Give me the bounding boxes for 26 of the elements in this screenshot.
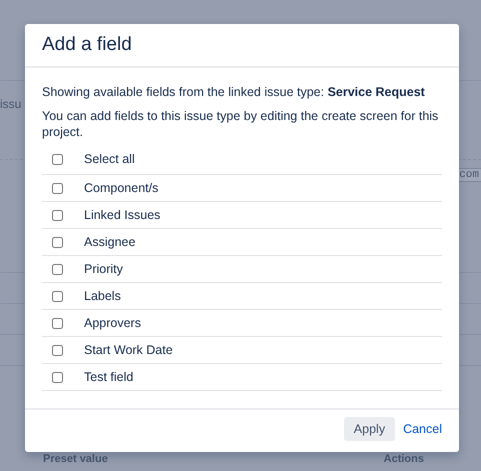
dialog-title: Add a field <box>42 34 132 56</box>
field-label: Test field <box>84 370 134 384</box>
field-label: Linked Issues <box>84 208 160 222</box>
select-all-label: Select all <box>84 152 135 166</box>
page-text-fragment: issu <box>0 97 22 111</box>
field-label: Labels <box>84 289 121 303</box>
field-label: Approvers <box>84 316 141 330</box>
field-checkbox[interactable] <box>52 372 63 382</box>
column-header: Preset value <box>43 453 108 465</box>
field-label: Component/s <box>84 181 158 195</box>
intro-text: Showing available fields from the linked issue type: Service Request <box>42 84 426 100</box>
field-checkbox[interactable] <box>52 264 63 274</box>
column-header: Actions <box>384 453 424 465</box>
field-checkbox[interactable] <box>52 182 63 194</box>
field-checkbox[interactable] <box>52 344 63 356</box>
hint-text: You can add fields to this issue type by editing the create screen for this project. <box>42 108 440 140</box>
field-checkbox[interactable] <box>52 210 63 220</box>
apply-button[interactable]: Apply <box>344 417 396 441</box>
select-all-checkbox[interactable] <box>52 154 63 164</box>
field-label: Start Work Date <box>84 343 173 357</box>
field-label: Priority <box>84 262 123 276</box>
field-checkbox[interactable] <box>52 290 63 302</box>
field-checkbox[interactable] <box>52 236 63 248</box>
field-label: Assignee <box>84 235 136 249</box>
cancel-link[interactable]: Cancel <box>403 422 442 436</box>
field-checkbox[interactable] <box>52 318 63 328</box>
